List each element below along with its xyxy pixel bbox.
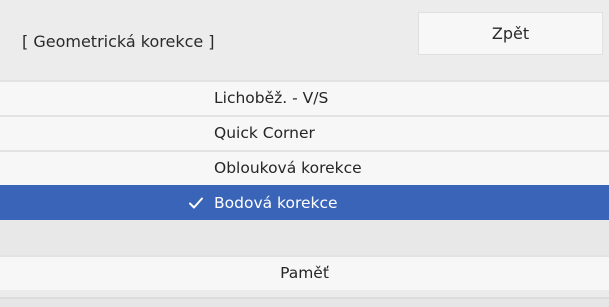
dialog-title: [ Geometrická korekce ] <box>22 32 215 51</box>
back-button[interactable]: Zpět <box>418 12 603 55</box>
menu-spacer-row <box>0 220 609 255</box>
footer-strip <box>0 297 609 307</box>
menu-item-label: Quick Corner <box>214 124 315 142</box>
menu-item-quick-corner[interactable]: Quick Corner <box>0 115 609 150</box>
menu-item-label: Oblouková korekce <box>214 159 362 177</box>
menu-item-keystone-hv[interactable]: Lichoběž. - V/S <box>0 80 609 115</box>
menu-item-label: Lichoběž. - V/S <box>214 89 329 107</box>
menu-item-point-correction[interactable]: Bodová korekce <box>0 185 609 220</box>
menu-list: Lichoběž. - V/S Quick Corner Oblouková k… <box>0 80 609 290</box>
memory-button[interactable]: Paměť <box>0 255 609 290</box>
menu-item-label: Bodová korekce <box>214 194 338 212</box>
dialog-header: [ Geometrická korekce ] Zpět <box>0 0 609 80</box>
checkmark-icon <box>189 197 203 209</box>
memory-label: Paměť <box>280 264 329 282</box>
menu-item-curved-surface-correction[interactable]: Oblouková korekce <box>0 150 609 185</box>
